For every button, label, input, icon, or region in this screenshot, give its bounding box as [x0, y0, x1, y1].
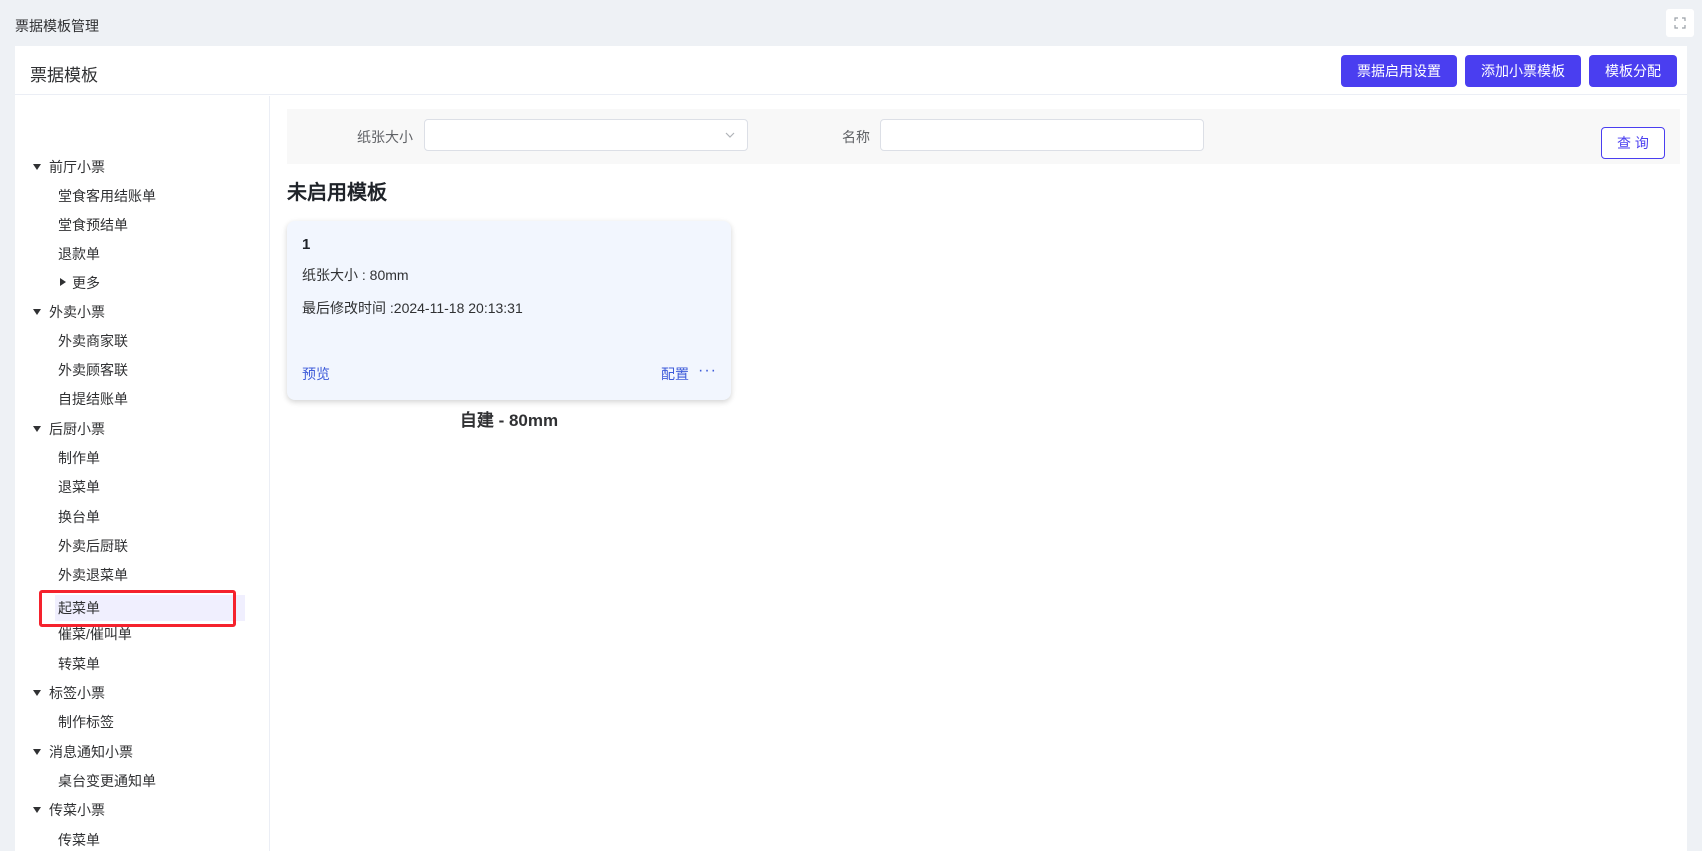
caret-down-icon	[33, 309, 41, 315]
page-title: 票据模板	[30, 66, 98, 85]
panel-header: 票据模板 票据启用设置 添加小票模板 模板分配	[15, 46, 1687, 95]
tree-item-label: 外卖商家联	[58, 333, 128, 349]
caret-down-icon	[33, 426, 41, 432]
caret-right-icon	[60, 278, 66, 286]
tree-group-serving[interactable]: 传菜小票	[15, 797, 265, 823]
tree-item[interactable]: 传菜单	[15, 827, 265, 851]
caret-down-icon	[33, 807, 41, 813]
filter-bar: 纸张大小 名称 查 询	[287, 109, 1680, 164]
card-modified-time: 最后修改时间 :2024-11-18 20:13:31	[302, 300, 523, 316]
tree-group-label: 前厅小票	[49, 159, 105, 175]
tree-item-label: 堂食预结单	[58, 217, 128, 233]
tree-item-label: 制作标签	[58, 714, 114, 730]
tree-item[interactable]: 桌台变更通知单	[15, 768, 265, 794]
tree-item[interactable]: 催菜/催叫单	[15, 621, 265, 647]
tree-item-label: 堂食客用结账单	[58, 188, 156, 204]
query-button[interactable]: 查 询	[1601, 127, 1665, 159]
more-icon[interactable]: ···	[698, 362, 717, 380]
config-link[interactable]: 配置	[661, 364, 689, 384]
tree-group-takeout[interactable]: 外卖小票	[15, 299, 265, 325]
tree-item[interactable]: 外卖后厨联	[15, 533, 265, 559]
tree-item-label: 转菜单	[58, 656, 100, 672]
name-input[interactable]	[880, 119, 1204, 151]
paper-size-label: 纸张大小	[357, 129, 413, 145]
card-caption: 自建 - 80mm	[459, 411, 559, 430]
caret-down-icon	[33, 690, 41, 696]
tree-item-label: 制作单	[58, 450, 100, 466]
template-tree: 前厅小票 堂食客用结账单 堂食预结单 退款单 更多 外卖小票 外卖商家联 外卖顾…	[15, 96, 270, 851]
window-title: 票据模板管理	[15, 18, 99, 34]
tree-group-label: 消息通知小票	[49, 744, 133, 760]
paper-size-select[interactable]	[424, 119, 748, 151]
enable-settings-button[interactable]: 票据启用设置	[1341, 55, 1457, 87]
main-panel: 票据模板 票据启用设置 添加小票模板 模板分配 前厅小票 堂食客用结账单 堂食预…	[15, 46, 1687, 851]
tree-group-notification[interactable]: 消息通知小票	[15, 739, 265, 765]
app-root: 票据模板管理 票据模板 票据启用设置 添加小票模板 模板分配 前厅小票 堂食客用…	[0, 0, 1702, 851]
tree-item-label: 退菜单	[58, 479, 100, 495]
tree-group-label-ticket[interactable]: 标签小票	[15, 680, 265, 706]
tree-more[interactable]: 更多	[15, 270, 265, 296]
caret-down-icon	[33, 164, 41, 170]
section-title: 未启用模板	[287, 182, 387, 204]
tree-item[interactable]: 堂食客用结账单	[15, 183, 265, 209]
tree-item-label: 传菜单	[58, 832, 100, 848]
tree-item-label: 催菜/催叫单	[58, 626, 132, 642]
add-template-button[interactable]: 添加小票模板	[1465, 55, 1581, 87]
name-label: 名称	[842, 129, 870, 145]
fullscreen-button[interactable]	[1666, 9, 1694, 37]
tree-item[interactable]: 退款单	[15, 241, 265, 267]
caret-down-icon	[33, 749, 41, 755]
tree-group-label: 后厨小票	[49, 421, 105, 437]
tree-item-label: 起菜单	[58, 600, 100, 616]
chevron-down-icon	[725, 132, 735, 138]
tree-more-label: 更多	[72, 275, 100, 291]
tree-item-selected[interactable]: 起菜单	[55, 595, 245, 621]
tree-item-label: 退款单	[58, 246, 100, 262]
tree-item-label: 自提结账单	[58, 391, 128, 407]
expand-icon	[1674, 17, 1686, 29]
tree-group-label: 外卖小票	[49, 304, 105, 320]
tree-item-label: 外卖退菜单	[58, 567, 128, 583]
tree-item[interactable]: 制作标签	[15, 709, 265, 735]
tree-group-label: 传菜小票	[49, 802, 105, 818]
tree-item-label: 外卖后厨联	[58, 538, 128, 554]
tree-item[interactable]: 外卖顾客联	[15, 357, 265, 383]
tree-group-front-hall[interactable]: 前厅小票	[15, 154, 265, 180]
top-bar: 票据模板管理	[0, 0, 1702, 46]
tree-item[interactable]: 退菜单	[15, 474, 265, 500]
preview-link[interactable]: 预览	[302, 364, 330, 384]
tree-item[interactable]: 外卖商家联	[15, 328, 265, 354]
tree-item[interactable]: 堂食预结单	[15, 212, 265, 238]
tree-group-label: 标签小票	[49, 685, 105, 701]
card-paper-size: 纸张大小 : 80mm	[302, 267, 409, 283]
card-name: 1	[302, 236, 311, 253]
tree-item[interactable]: 自提结账单	[15, 386, 265, 412]
template-card[interactable]: 1 纸张大小 : 80mm 最后修改时间 :2024-11-18 20:13:3…	[287, 221, 731, 400]
tree-item-label: 桌台变更通知单	[58, 773, 156, 789]
tree-item[interactable]: 制作单	[15, 445, 265, 471]
tree-item-label: 外卖顾客联	[58, 362, 128, 378]
assign-template-button[interactable]: 模板分配	[1589, 55, 1677, 87]
tree-item-label: 换台单	[58, 509, 100, 525]
tree-item[interactable]: 转菜单	[15, 651, 265, 677]
tree-item[interactable]: 换台单	[15, 504, 265, 530]
tree-group-kitchen[interactable]: 后厨小票	[15, 416, 265, 442]
tree-item[interactable]: 外卖退菜单	[15, 562, 265, 588]
